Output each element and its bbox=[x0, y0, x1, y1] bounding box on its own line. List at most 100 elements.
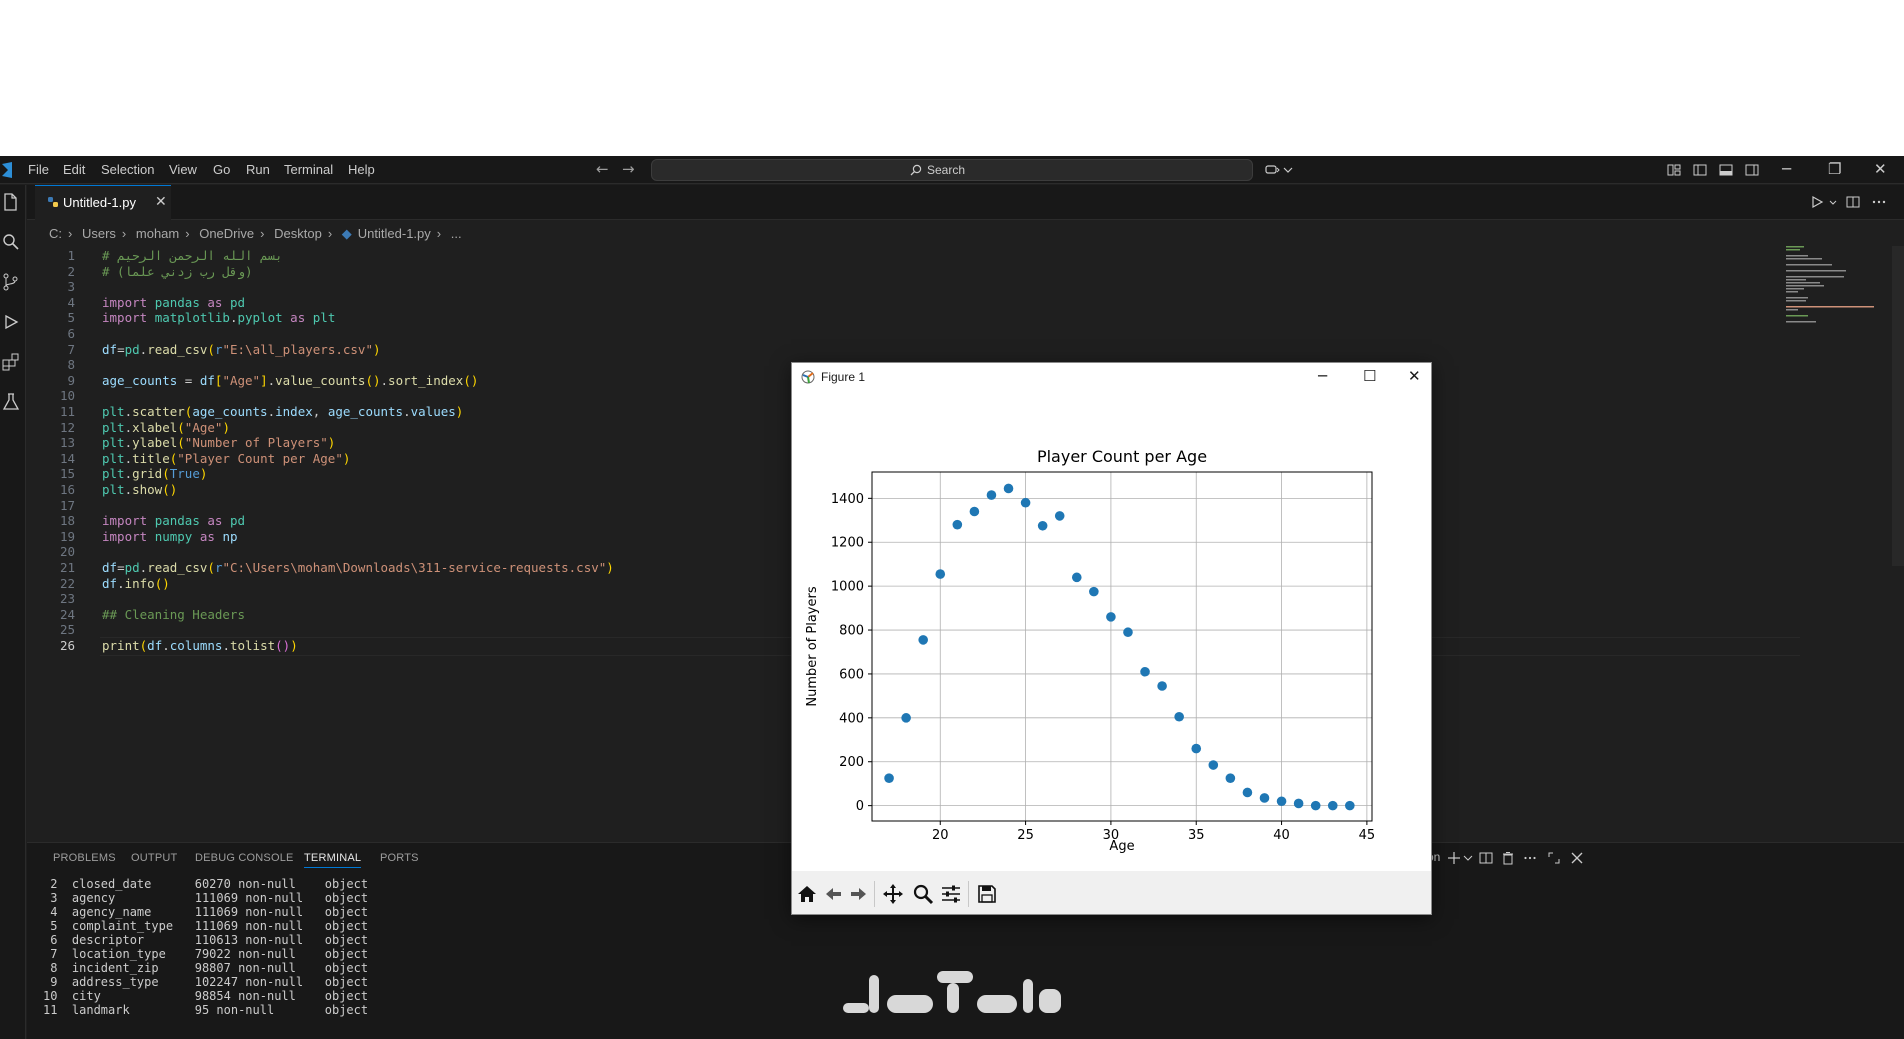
y-tick-label: 800 bbox=[839, 624, 864, 639]
scatter-point bbox=[1276, 796, 1287, 807]
scatter-plot[interactable]: 20 25 30 35 40 450200400600800100012001400Pla… bbox=[792, 391, 1431, 871]
scatter-point bbox=[1293, 798, 1304, 809]
toggle-panel-icon[interactable] bbox=[1718, 162, 1734, 178]
breadcrumb-item[interactable]: moham bbox=[136, 226, 179, 241]
x-tick-label: 25 bbox=[1017, 828, 1034, 843]
breadcrumb-item[interactable]: Untitled-1.py bbox=[358, 226, 431, 241]
figure-close-icon[interactable]: ✕ bbox=[1408, 367, 1421, 385]
line-number: 11 bbox=[59, 404, 75, 419]
figure-minimize-icon[interactable]: ─ bbox=[1318, 367, 1327, 385]
breadcrumb-item[interactable]: C: bbox=[49, 226, 62, 241]
chevron-down-icon[interactable] bbox=[1461, 851, 1475, 865]
figure-maximize-icon[interactable]: ☐ bbox=[1363, 367, 1376, 385]
code-text: ## Cleaning Headers bbox=[102, 606, 245, 622]
chevron-right-icon: › bbox=[68, 226, 73, 241]
tab-untitled-1-py[interactable]: Untitled-1.py ✕ bbox=[35, 185, 171, 220]
copilot-chat-icon[interactable] bbox=[1264, 162, 1280, 178]
scatter-point bbox=[986, 490, 997, 500]
line-number: 2 bbox=[67, 263, 75, 279]
close-icon[interactable]: ✕ bbox=[1874, 160, 1887, 178]
menu-edit[interactable]: Edit bbox=[63, 162, 85, 177]
menu-go[interactable]: Go bbox=[213, 162, 230, 177]
minimize-icon[interactable]: ─ bbox=[1782, 160, 1791, 178]
terminal-line: 11 landmark 95 non-null object bbox=[43, 1003, 369, 1017]
scatter-point bbox=[1174, 711, 1184, 722]
x-axis-label: Age bbox=[1109, 839, 1134, 854]
toolbar-separator bbox=[968, 881, 969, 907]
scatter-point bbox=[1191, 743, 1202, 754]
line-number: 14 bbox=[59, 450, 75, 466]
toggle-primary-sidebar-icon[interactable] bbox=[1692, 162, 1708, 178]
x-tick-label: 35 bbox=[1188, 828, 1205, 843]
tab-terminal[interactable]: TERMINAL bbox=[304, 852, 362, 868]
scatter-point bbox=[969, 506, 980, 517]
explorer-icon[interactable] bbox=[0, 191, 22, 213]
back-arrow-icon[interactable] bbox=[822, 883, 844, 905]
tab-debug-console[interactable]: DEBUG CONSOLE bbox=[195, 852, 294, 864]
back-arrow-icon[interactable]: ← bbox=[596, 160, 609, 178]
split-editor-icon[interactable] bbox=[1845, 194, 1861, 210]
x-tick-label: 40 bbox=[1273, 828, 1290, 843]
menu-terminal[interactable]: Terminal bbox=[284, 162, 333, 177]
search-view-icon[interactable] bbox=[0, 231, 22, 253]
scatter-point bbox=[1208, 760, 1219, 770]
tab-ports[interactable]: PORTS bbox=[380, 852, 419, 864]
menu-run[interactable]: Run bbox=[246, 162, 270, 177]
code-text: age_counts = df["Age"].value_counts().so… bbox=[102, 372, 479, 388]
breadcrumb-item[interactable]: ... bbox=[451, 226, 462, 241]
source-control-icon[interactable] bbox=[0, 271, 22, 293]
trash-icon[interactable] bbox=[1501, 851, 1515, 865]
extensions-icon[interactable] bbox=[0, 351, 22, 373]
terminal-output[interactable]: 2 closed_date 60270 non-null object 3 ag… bbox=[43, 877, 368, 1017]
line-number: 22 bbox=[59, 575, 75, 591]
more-actions-icon[interactable] bbox=[1523, 851, 1537, 865]
y-tick-label: 1200 bbox=[831, 536, 864, 551]
line-number: 8 bbox=[67, 357, 75, 373]
code-text: print(df.columns.tolist()) bbox=[102, 638, 298, 653]
run-debug-icon[interactable] bbox=[0, 311, 22, 333]
tab-output[interactable]: OUTPUT bbox=[131, 852, 177, 864]
code-text: import matplotlib.pyplot as plt bbox=[102, 310, 336, 326]
figure-canvas[interactable]: 20 25 30 35 40 45 0 200 400 600 800 1000 1200 1400 Pla… bbox=[792, 391, 1431, 871]
zoom-magnifier-icon[interactable] bbox=[912, 883, 934, 905]
terminal-line: 8 incident_zip 98807 non-null object bbox=[43, 961, 369, 975]
tab-problems[interactable]: PROBLEMS bbox=[53, 852, 116, 864]
forward-arrow-icon[interactable]: → bbox=[622, 160, 635, 178]
tab-close-icon[interactable]: ✕ bbox=[155, 194, 167, 210]
code-text: plt.scatter(age_counts.index, age_counts… bbox=[102, 404, 464, 419]
save-floppy-icon[interactable] bbox=[976, 883, 998, 905]
breadcrumb-item[interactable]: Desktop bbox=[274, 226, 322, 241]
split-terminal-icon[interactable] bbox=[1479, 851, 1493, 865]
maximize-panel-icon[interactable] bbox=[1547, 851, 1561, 865]
testing-flask-icon[interactable] bbox=[0, 391, 22, 413]
forward-arrow-icon[interactable] bbox=[848, 883, 870, 905]
breadcrumb-item[interactable]: OneDrive bbox=[199, 226, 254, 241]
new-terminal-plus-icon[interactable] bbox=[1447, 851, 1461, 865]
line-number: 18 bbox=[59, 513, 75, 529]
terminal-line: 3 agency 111069 non-null object bbox=[43, 891, 369, 905]
chevron-right-icon: › bbox=[327, 226, 333, 241]
home-icon[interactable] bbox=[796, 883, 818, 905]
minimap[interactable] bbox=[1776, 244, 1886, 334]
pan-move-icon[interactable] bbox=[882, 883, 904, 905]
search-icon bbox=[910, 164, 922, 176]
menu-file[interactable]: File bbox=[28, 162, 49, 177]
breadcrumb-item[interactable]: Users bbox=[82, 226, 116, 241]
editor-scrollbar[interactable] bbox=[1892, 246, 1904, 566]
menu-help[interactable]: Help bbox=[348, 162, 375, 177]
scatter-point bbox=[1123, 627, 1133, 638]
menu-selection[interactable]: Selection bbox=[101, 162, 154, 177]
chevron-down-icon[interactable] bbox=[1280, 162, 1296, 178]
restore-icon[interactable]: ❐ bbox=[1828, 160, 1841, 178]
more-actions-icon[interactable] bbox=[1871, 194, 1887, 210]
configure-subplots-icon[interactable] bbox=[940, 883, 962, 905]
line-number: 19 bbox=[59, 528, 75, 544]
close-panel-icon[interactable] bbox=[1570, 851, 1584, 865]
command-center-search[interactable]: Search bbox=[651, 159, 1253, 181]
customize-layout-icon[interactable] bbox=[1666, 162, 1682, 178]
menu-view[interactable]: View bbox=[169, 162, 197, 177]
run-python-file-icon[interactable] bbox=[1809, 194, 1825, 210]
toggle-secondary-sidebar-icon[interactable] bbox=[1744, 162, 1760, 178]
run-dropdown-chevron-icon[interactable] bbox=[1825, 194, 1841, 210]
scatter-point bbox=[1037, 520, 1048, 531]
